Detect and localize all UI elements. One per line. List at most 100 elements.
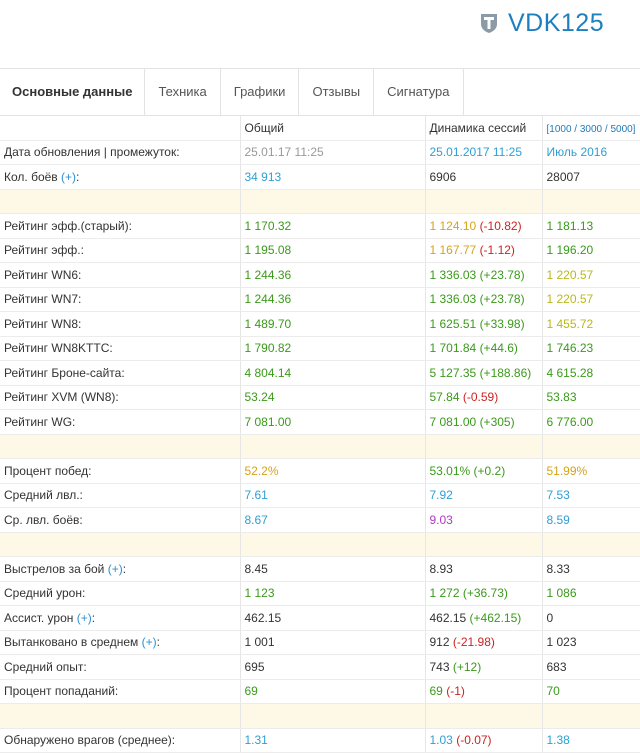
expand-link[interactable]: (+) [108, 562, 123, 576]
row-label: Средний лвл.: [0, 483, 241, 508]
row-label: Ассист. урон (+): [0, 605, 241, 631]
dynamics-value: 69 [429, 684, 443, 699]
tab-bar: Основные данные Техника Графики Отзывы Сигна… [0, 68, 640, 116]
row-label: Рейтинг WN7: [0, 287, 241, 312]
dynamics-delta: (+44.6) [479, 341, 518, 356]
range-value: 1 181.13 [542, 213, 640, 239]
dynamics-delta: (-1) [446, 684, 465, 699]
label-text: Дата обновления | промежуток: [4, 145, 180, 160]
expand-link[interactable]: (+) [142, 635, 157, 649]
dynamics-value: 53.01% [429, 463, 471, 478]
general-value: 69 [240, 679, 426, 704]
separator-cell [425, 703, 543, 729]
dynamics-delta: (+23.78) [479, 292, 525, 307]
row-label: Средний урон: [0, 581, 241, 606]
dynamics-delta: (+305) [479, 414, 515, 429]
table-row: Рейтинг WN6: 1 244.36 1 336.03 (+23.78) 1 2… [0, 262, 640, 288]
general-value: 1 790.82 [240, 336, 426, 361]
table-row: Вытанковано в среднем (+): 1 001 912 (-21.… [0, 630, 640, 655]
range-value: 1 086 [542, 581, 640, 606]
table-row: Дата обновления | промежуток: 25.01.17 11… [0, 140, 640, 165]
row-label: Процент попаданий: [0, 679, 241, 704]
table-row: Рейтинг XVM (WN8): 53.24 57.84 (-0.59) 53.8… [0, 385, 640, 410]
general-value: 53.24 [240, 385, 426, 410]
dynamics-cell: 25.01.2017 11:25 [425, 140, 543, 165]
separator-cell [240, 703, 426, 729]
range-value: 1 196.20 [542, 238, 640, 263]
range-value: 1 220.57 [542, 262, 640, 288]
dynamics-cell: 1 167.77 (-1.12) [425, 238, 543, 263]
general-value: 7 081.00 [240, 409, 426, 435]
table-row: Рейтинг Броне-сайта: 4 804.14 5 127.35 (+1… [0, 360, 640, 386]
header-range-link[interactable]: [1000 / 3000 / 5000] [542, 116, 640, 141]
dynamics-value: 7.92 [429, 488, 453, 503]
table-row: Рейтинг эфф.(старый): 1 170.32 1 124.10 (-… [0, 213, 640, 239]
range-value: 70 [542, 679, 640, 704]
wot-helmet-icon [478, 10, 500, 37]
general-value: 1 195.08 [240, 238, 426, 263]
range-value: 1 746.23 [542, 336, 640, 361]
dynamics-delta: (+36.73) [462, 586, 508, 601]
range-selector[interactable]: [1000 / 3000 / 5000] [547, 124, 636, 135]
dynamics-value: 6906 [429, 169, 457, 184]
dynamics-cell: 6906 [425, 164, 543, 190]
dynamics-value: 1 167.77 [429, 243, 477, 258]
dynamics-cell: 5 127.35 (+188.86) [425, 360, 543, 386]
dynamics-cell: 1 701.84 (+44.6) [425, 336, 543, 361]
label-text: Процент побед: [4, 463, 92, 478]
range-value: 7.53 [542, 483, 640, 508]
header-general: Общий [240, 116, 426, 141]
section-separator [0, 434, 640, 459]
label-text: Рейтинг WG: [4, 414, 76, 429]
table-row: Рейтинг эфф.: 1 195.08 1 167.77 (-1.12) 1 1… [0, 238, 640, 263]
player-name: VDK125 [508, 8, 605, 37]
tab-2[interactable]: Графики [221, 69, 300, 115]
table-row: Процент побед: 52.2% 53.01% (+0.2) 51.99% [0, 458, 640, 484]
dynamics-value: 7 081.00 [429, 414, 477, 429]
label-text: Ассист. урон [4, 610, 74, 625]
row-label: Рейтинг эфф.: [0, 238, 241, 263]
tab-0[interactable]: Основные данные [0, 69, 146, 115]
dynamics-delta: (+33.98) [479, 316, 525, 331]
table-row: Рейтинг WG: 7 081.00 7 081.00 (+305) 6 776.… [0, 409, 640, 435]
label-text: Рейтинг XVM (WN8): [4, 390, 119, 405]
row-label: Кол. боёв (+): [0, 164, 241, 190]
dynamics-delta: (+188.86) [479, 365, 532, 380]
label-text: Рейтинг эфф.: [4, 243, 84, 258]
dynamics-cell: 1 124.10 (-10.82) [425, 213, 543, 239]
table-row: Рейтинг WN8KTTC: 1 790.82 1 701.84 (+44.6)… [0, 336, 640, 361]
dynamics-delta: (+23.78) [479, 267, 525, 282]
label-text: Кол. боёв [4, 169, 58, 184]
row-label: Рейтинг эфф.(старый): [0, 213, 241, 239]
dynamics-value: 5 127.35 [429, 365, 477, 380]
dynamics-delta: (-0.07) [456, 733, 492, 748]
tab-4[interactable]: Сигнатура [374, 69, 464, 115]
dynamics-value: 1 701.84 [429, 341, 477, 356]
dynamics-value: 1 272 [429, 586, 460, 601]
range-value: 1 023 [542, 630, 640, 655]
dynamics-value: 57.84 [429, 390, 460, 405]
tab-3[interactable]: Отзывы [299, 69, 375, 115]
general-value: 25.01.17 11:25 [240, 140, 426, 165]
row-label: Процент побед: [0, 458, 241, 484]
dynamics-cell: 1 625.51 (+33.98) [425, 311, 543, 337]
separator-cell [425, 434, 543, 459]
range-value: 8.33 [542, 556, 640, 582]
row-label: Рейтинг WN6: [0, 262, 241, 288]
section-separator [0, 703, 640, 729]
expand-link[interactable]: (+) [61, 170, 76, 184]
label-suffix: : [156, 635, 160, 650]
dynamics-value: 1 336.03 [429, 267, 477, 282]
tab-1[interactable]: Техника [145, 69, 221, 115]
label-suffix: : [91, 610, 96, 625]
label-text: Средний урон: [4, 586, 86, 601]
dynamics-cell: 1 336.03 (+23.78) [425, 262, 543, 288]
separator-cell [240, 532, 426, 557]
expand-link[interactable]: (+) [77, 611, 92, 625]
range-value: 1 455.72 [542, 311, 640, 337]
dynamics-value: 1 625.51 [429, 316, 477, 331]
table-row: Ср. лвл. боёв: 8.67 9.03 8.59 [0, 507, 640, 533]
dynamics-cell: 912 (-21.98) [425, 630, 543, 655]
label-suffix: : [122, 561, 127, 576]
general-value: 34 913 [240, 164, 426, 190]
